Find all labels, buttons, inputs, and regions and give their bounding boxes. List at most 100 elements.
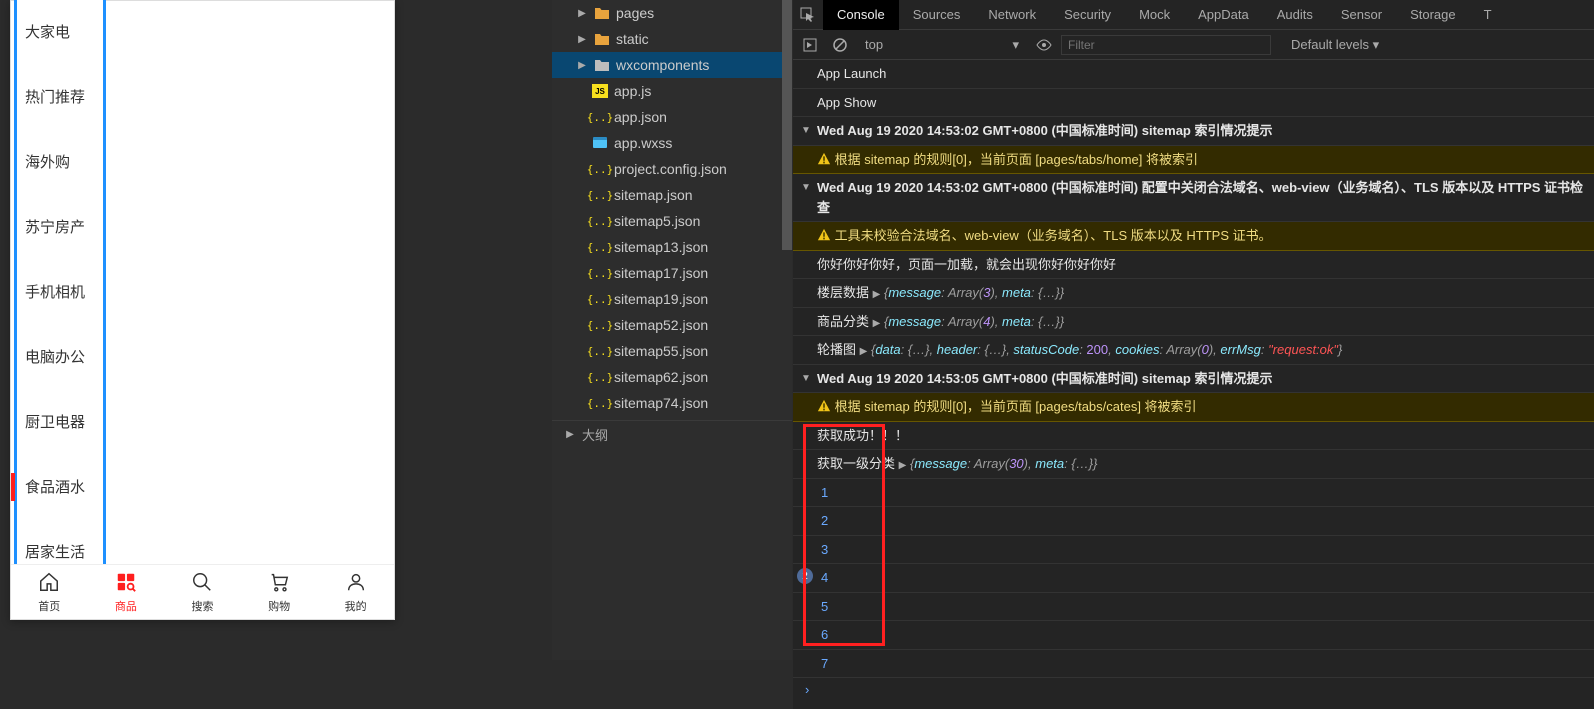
console-log-row[interactable]: 获取成功！！！	[793, 422, 1594, 451]
chevron-right-icon: ▶	[576, 34, 588, 45]
console-log-row[interactable]: ▼Wed Aug 19 2020 14:53:02 GMT+0800 (中国标准…	[793, 174, 1594, 222]
devtools-tab-audits[interactable]: Audits	[1263, 0, 1327, 30]
file-app.js[interactable]: JSapp.js	[552, 78, 792, 104]
category-item[interactable]: 电脑办公	[17, 324, 103, 389]
expand-icon[interactable]: ▶	[873, 289, 881, 300]
file-sitemap13.json[interactable]: {..}sitemap13.json	[552, 234, 792, 260]
js-file-icon: JS	[592, 83, 608, 99]
category-item[interactable]: 手机相机	[17, 259, 103, 324]
console-log-row[interactable]: 商品分类 ▶ {message: Array(4), meta: {…}}	[793, 308, 1594, 337]
file-sitemap17.json[interactable]: {..}sitemap17.json	[552, 260, 792, 286]
folder-icon	[594, 5, 610, 21]
chevron-right-icon: ›	[805, 682, 809, 697]
context-label: top	[865, 37, 883, 52]
devtools-tab-network[interactable]: Network	[974, 0, 1050, 30]
file-project.config.json[interactable]: {..}project.config.json	[552, 156, 792, 182]
goods-icon	[115, 571, 137, 596]
outline-section[interactable]: ▶大纲	[552, 420, 792, 448]
console-log-row[interactable]: 根据 sitemap 的规则[0]，当前页面 [pages/tabs/cates…	[793, 393, 1594, 422]
file-sitemap5.json[interactable]: {..}sitemap5.json	[552, 208, 792, 234]
json-file-icon: {..}	[592, 343, 608, 359]
file-app.wxss[interactable]: app.wxss	[552, 130, 792, 156]
tab-cart[interactable]: 购物	[241, 565, 318, 619]
folder-wxcomponents[interactable]: ▶ wxcomponents	[552, 52, 792, 78]
devtools-tab-sensor[interactable]: Sensor	[1327, 0, 1396, 30]
console-log-row[interactable]: 3	[793, 536, 1594, 565]
console-log-row[interactable]: App Show	[793, 89, 1594, 118]
levels-label: Default levels ▾	[1291, 37, 1379, 53]
phone-simulator: 大家电热门推荐海外购苏宁房产手机相机电脑办公厨卫电器食品酒水居家生活 首页商品搜…	[10, 0, 395, 620]
devtools-tab-console[interactable]: Console	[823, 0, 899, 30]
category-item[interactable]: 大家电	[17, 0, 103, 64]
folder-static[interactable]: ▶static	[552, 26, 792, 52]
folder-icon	[594, 57, 610, 73]
console-prompt[interactable]: ›	[793, 678, 1594, 701]
folder-label: wxcomponents	[616, 57, 709, 73]
toggle-sidebar-icon[interactable]	[797, 32, 823, 58]
outline-label: 大纲	[582, 425, 608, 444]
console-log-row[interactable]: 工具未校验合法域名、web-view（业务域名）、TLS 版本以及 HTTPS …	[793, 222, 1594, 251]
devtools-tab-storage[interactable]: Storage	[1396, 0, 1470, 30]
folder-icon	[594, 31, 610, 47]
console-log-row[interactable]: App Launch	[793, 60, 1594, 89]
devtools-tab-sources[interactable]: Sources	[899, 0, 975, 30]
console-log-row[interactable]: 获取一级分类 ▶ {message: Array(30), meta: {…}}	[793, 450, 1594, 479]
console-log-row[interactable]: 1	[793, 479, 1594, 508]
expand-icon[interactable]: ▶	[899, 460, 907, 471]
devtools-tab-t[interactable]: T	[1470, 0, 1506, 30]
context-selector[interactable]: top ▾	[857, 37, 1027, 53]
tab-label: 搜索	[191, 598, 213, 614]
file-sitemap74.json[interactable]: {..}sitemap74.json	[552, 390, 792, 416]
file-label: app.json	[614, 109, 667, 125]
file-sitemap62.json[interactable]: {..}sitemap62.json	[552, 364, 792, 390]
category-item[interactable]: 苏宁房产	[17, 194, 103, 259]
devtools-tab-mock[interactable]: Mock	[1125, 0, 1184, 30]
json-file-icon: {..}	[592, 187, 608, 203]
tab-label: 首页	[38, 598, 60, 614]
console-log-row[interactable]: 6	[793, 621, 1594, 650]
console-log-row[interactable]: 5	[793, 593, 1594, 622]
console-log-row[interactable]: ▼Wed Aug 19 2020 14:53:05 GMT+0800 (中国标准…	[793, 365, 1594, 394]
console-log-row[interactable]: 7	[793, 650, 1594, 679]
category-item[interactable]: 食品酒水	[17, 454, 103, 519]
console-log-row[interactable]: ▼Wed Aug 19 2020 14:53:02 GMT+0800 (中国标准…	[793, 117, 1594, 146]
console-log-row[interactable]: 根据 sitemap 的规则[0]，当前页面 [pages/tabs/home]…	[793, 146, 1594, 175]
tab-label: 商品	[115, 598, 137, 614]
category-item[interactable]: 厨卫电器	[17, 389, 103, 454]
file-sitemap19.json[interactable]: {..}sitemap19.json	[552, 286, 792, 312]
devtools-tab-security[interactable]: Security	[1050, 0, 1125, 30]
file-label: sitemap17.json	[614, 265, 708, 281]
console-log-row[interactable]: 24	[793, 564, 1594, 593]
file-app.json[interactable]: {..}app.json	[552, 104, 792, 130]
log-levels-selector[interactable]: Default levels ▾	[1283, 37, 1387, 53]
expand-icon[interactable]: ▶	[873, 318, 881, 329]
console-log-row[interactable]: 你好你好你好，页面一加载，就会出现你好你好你好	[793, 251, 1594, 280]
expand-icon[interactable]: ▼	[801, 123, 811, 138]
chevron-right-icon: ▶	[576, 60, 588, 71]
console-log-row[interactable]: 楼层数据 ▶ {message: Array(3), meta: {…}}	[793, 279, 1594, 308]
expand-icon[interactable]: ▼	[801, 371, 811, 386]
category-item[interactable]: 海外购	[17, 129, 103, 194]
tab-search[interactable]: 搜索	[164, 565, 241, 619]
clear-console-icon[interactable]	[827, 32, 853, 58]
expand-icon[interactable]: ▼	[801, 180, 811, 195]
file-label: project.config.json	[614, 161, 727, 177]
filter-input[interactable]	[1061, 35, 1271, 55]
tab-home[interactable]: 首页	[11, 565, 88, 619]
tab-goods[interactable]: 商品	[88, 565, 165, 619]
expand-icon[interactable]: ▶	[860, 346, 868, 357]
file-sitemap.json[interactable]: {..}sitemap.json	[552, 182, 792, 208]
json-file-icon: {..}	[592, 317, 608, 333]
console-log-row[interactable]: 轮播图 ▶ {data: {…}, header: {…}, statusCod…	[793, 336, 1594, 365]
inspect-icon[interactable]	[793, 0, 823, 30]
console-log-row[interactable]: 2	[793, 507, 1594, 536]
tab-me[interactable]: 我的	[317, 565, 394, 619]
scrollbar[interactable]	[782, 0, 792, 660]
file-sitemap55.json[interactable]: {..}sitemap55.json	[552, 338, 792, 364]
category-item[interactable]: 热门推荐	[17, 64, 103, 129]
file-sitemap52.json[interactable]: {..}sitemap52.json	[552, 312, 792, 338]
eye-icon[interactable]	[1031, 32, 1057, 58]
devtools-panel: ConsoleSourcesNetworkSecurityMockAppData…	[793, 0, 1594, 709]
folder-pages[interactable]: ▶pages	[552, 0, 792, 26]
devtools-tab-appdata[interactable]: AppData	[1184, 0, 1263, 30]
